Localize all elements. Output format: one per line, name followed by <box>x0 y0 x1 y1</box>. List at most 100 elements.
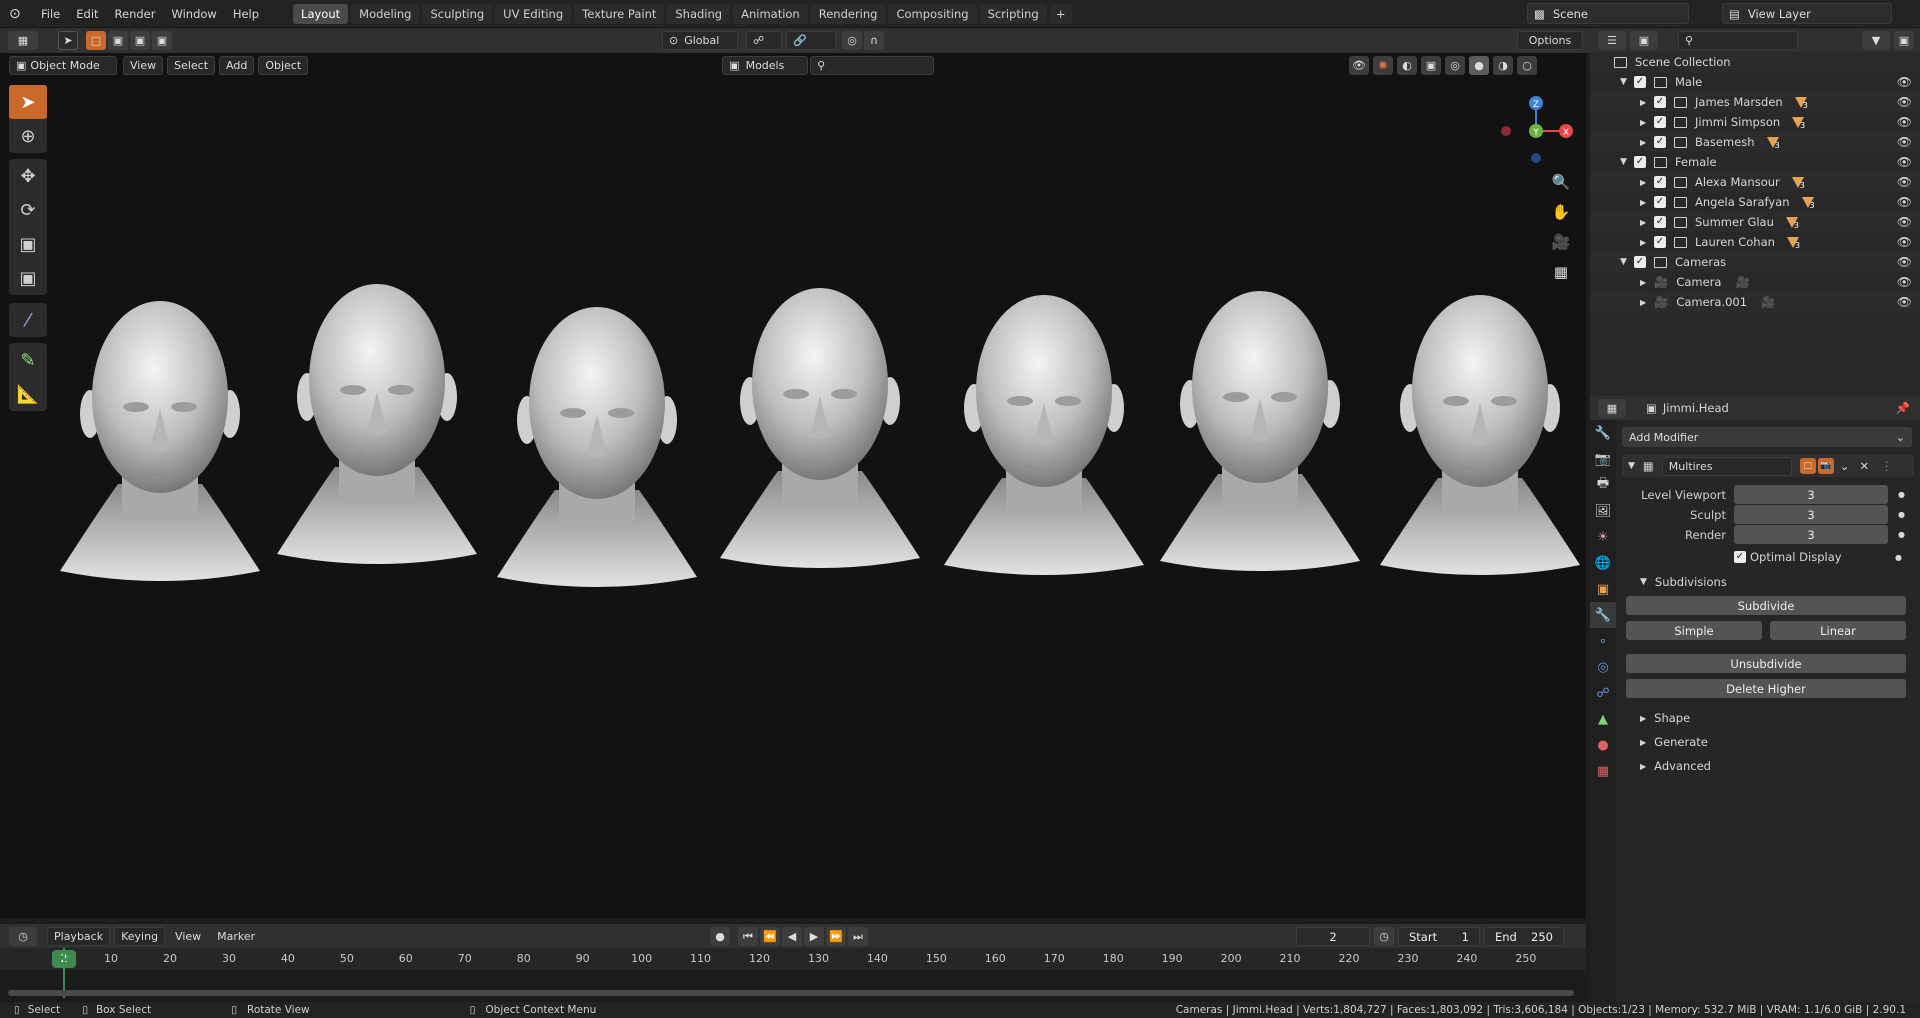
keyframe-dot-icon[interactable]: ● <box>1898 490 1905 499</box>
add-workspace-button[interactable]: + <box>1049 3 1072 24</box>
keyframe-dot-icon[interactable]: ● <box>1895 553 1902 562</box>
pivot-dropdown[interactable]: ☍ <box>746 31 782 50</box>
tab-rendering[interactable]: Rendering <box>810 3 886 24</box>
outliner-row-camera-001[interactable]: ▶ 🎥 Camera.001 🎥 👁 <box>1590 292 1920 312</box>
falloff-icon[interactable]: ∩ <box>864 31 884 50</box>
select-intersect-icon[interactable]: ▣ <box>152 31 172 50</box>
particles-tab-icon[interactable]: ∘ <box>1590 628 1616 654</box>
keying-menu[interactable]: Keying <box>114 926 166 946</box>
record-icon[interactable]: ● <box>710 927 730 946</box>
expand-arrow-icon[interactable]: ▼ <box>1620 257 1634 267</box>
optimal-display-checkbox[interactable]: ✓ <box>1734 551 1746 563</box>
multires-modifier-header[interactable]: ▼ ▦ Multires □ 📷 ⌄ ✕ ⋮ <box>1622 455 1914 477</box>
timeline-scrollbar[interactable] <box>8 989 1574 996</box>
modifier-options-icon[interactable]: ⌄ <box>1840 459 1850 473</box>
eye-icon[interactable]: 👁 <box>1897 75 1912 89</box>
expand-arrow-icon[interactable]: ▼ <box>1640 577 1647 587</box>
menu-edit[interactable]: Edit <box>68 0 106 28</box>
expand-arrow-icon[interactable]: ▶ <box>1640 218 1654 227</box>
eye-icon[interactable]: 👁 <box>1897 95 1912 109</box>
tab-sculpting[interactable]: Sculpting <box>422 3 493 24</box>
advanced-subpanel-header[interactable]: ▶ Advanced <box>1622 754 1914 778</box>
expand-arrow-icon[interactable]: ▶ <box>1640 118 1654 127</box>
expand-arrow-icon[interactable]: ▶ <box>1640 278 1654 287</box>
outliner-row-summer-glau[interactable]: ▶ ✓ Summer Glau 3 👁 <box>1590 212 1920 232</box>
eye-icon[interactable]: 👁 <box>1897 235 1912 249</box>
timeline-ruler[interactable]: 2 10203040506070809010011012013014015016… <box>0 948 1586 970</box>
simple-button[interactable]: Simple <box>1626 621 1762 640</box>
exclude-checkbox[interactable]: ✓ <box>1654 176 1666 188</box>
world-tab-icon[interactable]: 🌐 <box>1590 550 1616 576</box>
physics-tab-icon[interactable]: ◎ <box>1590 654 1616 680</box>
close-icon[interactable]: ✕ <box>1859 459 1869 473</box>
3d-viewport[interactable]: ▣ Object Mode View Select Add Object ▣ M… <box>0 53 1586 918</box>
outliner-row-female[interactable]: ▼ ✓ Female 👁 <box>1590 152 1920 172</box>
expand-arrow-icon[interactable]: ▼ <box>1620 77 1634 87</box>
expand-arrow-icon[interactable]: ▶ <box>1640 714 1646 723</box>
modifier-tab-icon[interactable]: 🔧 <box>1590 602 1616 628</box>
outliner-row-james-marsden[interactable]: ▶ ✓ James Marsden 3 👁 <box>1590 92 1920 112</box>
expand-arrow-icon[interactable]: ▶ <box>1640 198 1654 207</box>
keyframe-dot-icon[interactable]: ● <box>1898 510 1905 519</box>
exclude-checkbox[interactable]: ✓ <box>1634 156 1646 168</box>
shape-subpanel-header[interactable]: ▶ Shape <box>1622 706 1914 730</box>
menu-help[interactable]: Help <box>225 0 267 28</box>
material-tab-icon[interactable]: ● <box>1590 732 1616 758</box>
expand-arrow-icon[interactable]: ▼ <box>1620 157 1634 167</box>
outliner-row-jimmi-simpson[interactable]: ▶ ✓ Jimmi Simpson 3 👁 <box>1590 112 1920 132</box>
transform-orientation-dropdown[interactable]: ⊙ Global <box>662 31 738 50</box>
sculpt-head[interactable] <box>277 284 477 564</box>
eye-icon[interactable]: 👁 <box>1897 175 1912 189</box>
expand-arrow-icon[interactable]: ▶ <box>1640 238 1654 247</box>
delete-higher-button[interactable]: Delete Higher <box>1626 679 1906 698</box>
menu-render[interactable]: Render <box>107 0 164 28</box>
menu-window[interactable]: Window <box>163 0 224 28</box>
outliner-row-camera[interactable]: ▶ 🎥 Camera 🎥 👁 <box>1590 272 1920 292</box>
blender-logo-icon[interactable]: ⊙ <box>9 6 25 22</box>
expand-arrow-icon[interactable]: ▶ <box>1640 138 1654 147</box>
tab-scripting[interactable]: Scripting <box>979 3 1047 24</box>
pin-icon[interactable]: 📌 <box>1896 401 1910 415</box>
timeline-editor-type-icon[interactable]: ◷ <box>9 926 37 946</box>
exclude-checkbox[interactable]: ✓ <box>1654 236 1666 248</box>
data-tab-icon[interactable]: ▲ <box>1590 706 1616 732</box>
subdivisions-subpanel-header[interactable]: ▼ Subdivisions <box>1622 570 1914 594</box>
outliner-row-lauren-cohan[interactable]: ▶ ✓ Lauren Cohan 3 👁 <box>1590 232 1920 252</box>
play-reverse-icon[interactable]: ◀ <box>782 927 802 946</box>
expand-arrow-icon[interactable]: ▶ <box>1640 98 1654 107</box>
playback-menu[interactable]: Playback <box>47 926 111 946</box>
sculpt-head[interactable] <box>1160 291 1360 571</box>
show-in-render-icon[interactable]: 📷 <box>1817 458 1834 474</box>
object-tab-icon[interactable]: ▣ <box>1590 576 1616 602</box>
prev-keyframe-icon[interactable]: ⏪ <box>760 927 780 946</box>
eye-icon[interactable]: 👁 <box>1897 295 1912 309</box>
scene-collection-row[interactable]: Scene Collection <box>1590 52 1920 72</box>
linear-button[interactable]: Linear <box>1770 621 1906 640</box>
outliner-row-angela-sarafyan[interactable]: ▶ ✓ Angela Sarafyan 3 👁 <box>1590 192 1920 212</box>
tab-compositing[interactable]: Compositing <box>888 3 977 24</box>
keyframe-dot-icon[interactable]: ● <box>1898 530 1905 539</box>
add-modifier-dropdown[interactable]: Add Modifier ⌄ <box>1622 427 1912 447</box>
scene-tab-icon[interactable]: ☀ <box>1590 524 1616 550</box>
view-layer-selector[interactable]: ▤ View Layer <box>1722 3 1892 24</box>
modifier-name-field[interactable]: Multires <box>1661 456 1792 476</box>
level-viewport-field[interactable]: 3 <box>1734 485 1888 504</box>
display-mode-icon[interactable]: ▣ <box>1630 30 1658 50</box>
scene-selector[interactable]: ▩ Scene <box>1527 3 1689 24</box>
options-dropdown[interactable]: Options <box>1517 31 1583 50</box>
unsubdivide-button[interactable]: Unsubdivide <box>1626 654 1906 673</box>
next-keyframe-icon[interactable]: ⏩ <box>826 927 846 946</box>
texture-tab-icon[interactable]: ▦ <box>1590 758 1616 784</box>
eye-icon[interactable]: 👁 <box>1897 275 1912 289</box>
filter-icon[interactable]: ▼ <box>1862 30 1890 50</box>
marker-menu[interactable]: Marker <box>211 927 261 946</box>
select-extend-icon[interactable]: ▣ <box>108 31 128 50</box>
sculpt-head[interactable] <box>720 288 920 568</box>
collapse-arrow-icon[interactable]: ▼ <box>1628 461 1635 471</box>
sculpt-head[interactable] <box>1380 295 1580 575</box>
eye-icon[interactable]: 👁 <box>1897 135 1912 149</box>
render-level-field[interactable]: 3 <box>1734 525 1888 544</box>
exclude-checkbox[interactable]: ✓ <box>1654 136 1666 148</box>
outliner-editor-type-icon[interactable]: ☰ <box>1598 30 1626 50</box>
outliner-row-cameras[interactable]: ▼ ✓ Cameras 👁 <box>1590 252 1920 272</box>
